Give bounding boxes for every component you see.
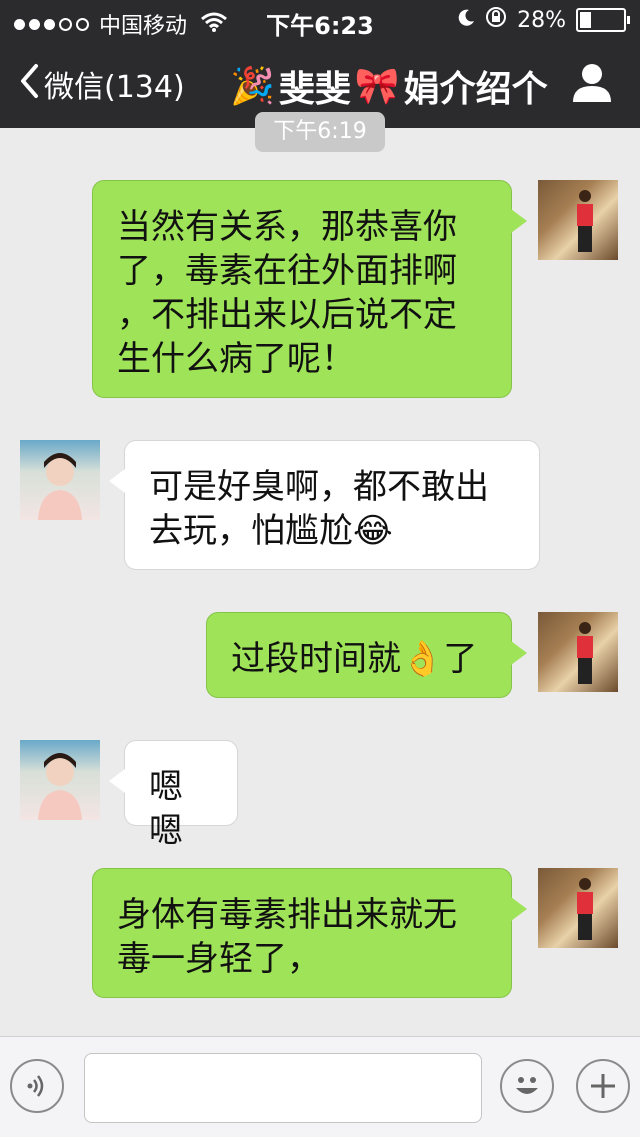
ribbon-emoji: 🎀 xyxy=(354,66,400,107)
message-line: 生什么病了呢！ xyxy=(117,339,355,379)
voice-icon[interactable] xyxy=(10,1059,64,1113)
message-input[interactable] xyxy=(84,1053,482,1123)
back-label: 微信(134) xyxy=(44,70,185,105)
chevron-left-icon xyxy=(18,63,40,105)
input-bar xyxy=(0,1036,640,1137)
my-avatar[interactable] xyxy=(538,180,618,260)
rotation-lock-icon xyxy=(485,6,507,34)
message-bubble-sent[interactable]: 当然有关系，那恭喜你 了，毒素在往外面排啊 ，不排出来以后说不定 生什么病了呢！ xyxy=(92,180,527,398)
plus-icon[interactable] xyxy=(576,1059,630,1113)
my-avatar[interactable] xyxy=(538,868,618,948)
emoji-icon[interactable] xyxy=(500,1059,554,1113)
battery-percent: 28% xyxy=(517,7,566,33)
message-line: 嗯嗯 xyxy=(149,767,183,851)
status-bar: 中国移动 下午6:23 28% xyxy=(0,0,640,40)
my-avatar[interactable] xyxy=(538,612,618,692)
top-bar: 中国移动 下午6:23 28% 微信(134) 🎉 斐斐 🎀 娟介绍个 xyxy=(0,0,640,128)
message-line: 毒一身轻了， xyxy=(117,939,321,979)
contact-icon[interactable] xyxy=(570,60,614,104)
message-line: 可是好臭啊，都不敢出 xyxy=(149,467,489,507)
message-line: 当然有关系，那恭喜你 xyxy=(117,207,457,247)
message-line: 过段时间就👌了 xyxy=(231,639,478,679)
message-line: 去玩，怕尴尬😂 xyxy=(149,511,393,551)
battery-fill xyxy=(580,12,591,28)
chat-title: 🎉 斐斐 🎀 娟介绍个 xyxy=(230,60,548,112)
battery-icon xyxy=(576,8,630,32)
title-name: 斐斐 xyxy=(278,69,351,110)
message-bubble-received[interactable]: 嗯嗯 xyxy=(109,740,238,851)
contact-avatar[interactable] xyxy=(20,440,100,520)
status-right: 28% xyxy=(457,6,630,34)
message-bubble-sent[interactable]: 过段时间就👌了 xyxy=(206,612,527,698)
party-popper-emoji: 🎉 xyxy=(230,66,275,107)
message-timestamp: 下午6:19 xyxy=(255,112,385,152)
moon-icon xyxy=(457,8,475,33)
message-line: ，不排出来以后说不定 xyxy=(117,295,457,335)
back-button[interactable]: 微信(134) xyxy=(18,62,185,106)
message-line: 身体有毒素排出来就无 xyxy=(117,895,457,935)
message-bubble-sent[interactable]: 身体有毒素排出来就无 毒一身轻了， xyxy=(92,868,527,998)
message-bubble-received[interactable]: 可是好臭啊，都不敢出 去玩，怕尴尬😂 xyxy=(109,440,540,570)
message-line: 了，毒素在往外面排啊 xyxy=(117,251,457,291)
title-suffix: 娟介绍个 xyxy=(403,69,548,110)
contact-avatar[interactable] xyxy=(20,740,100,820)
